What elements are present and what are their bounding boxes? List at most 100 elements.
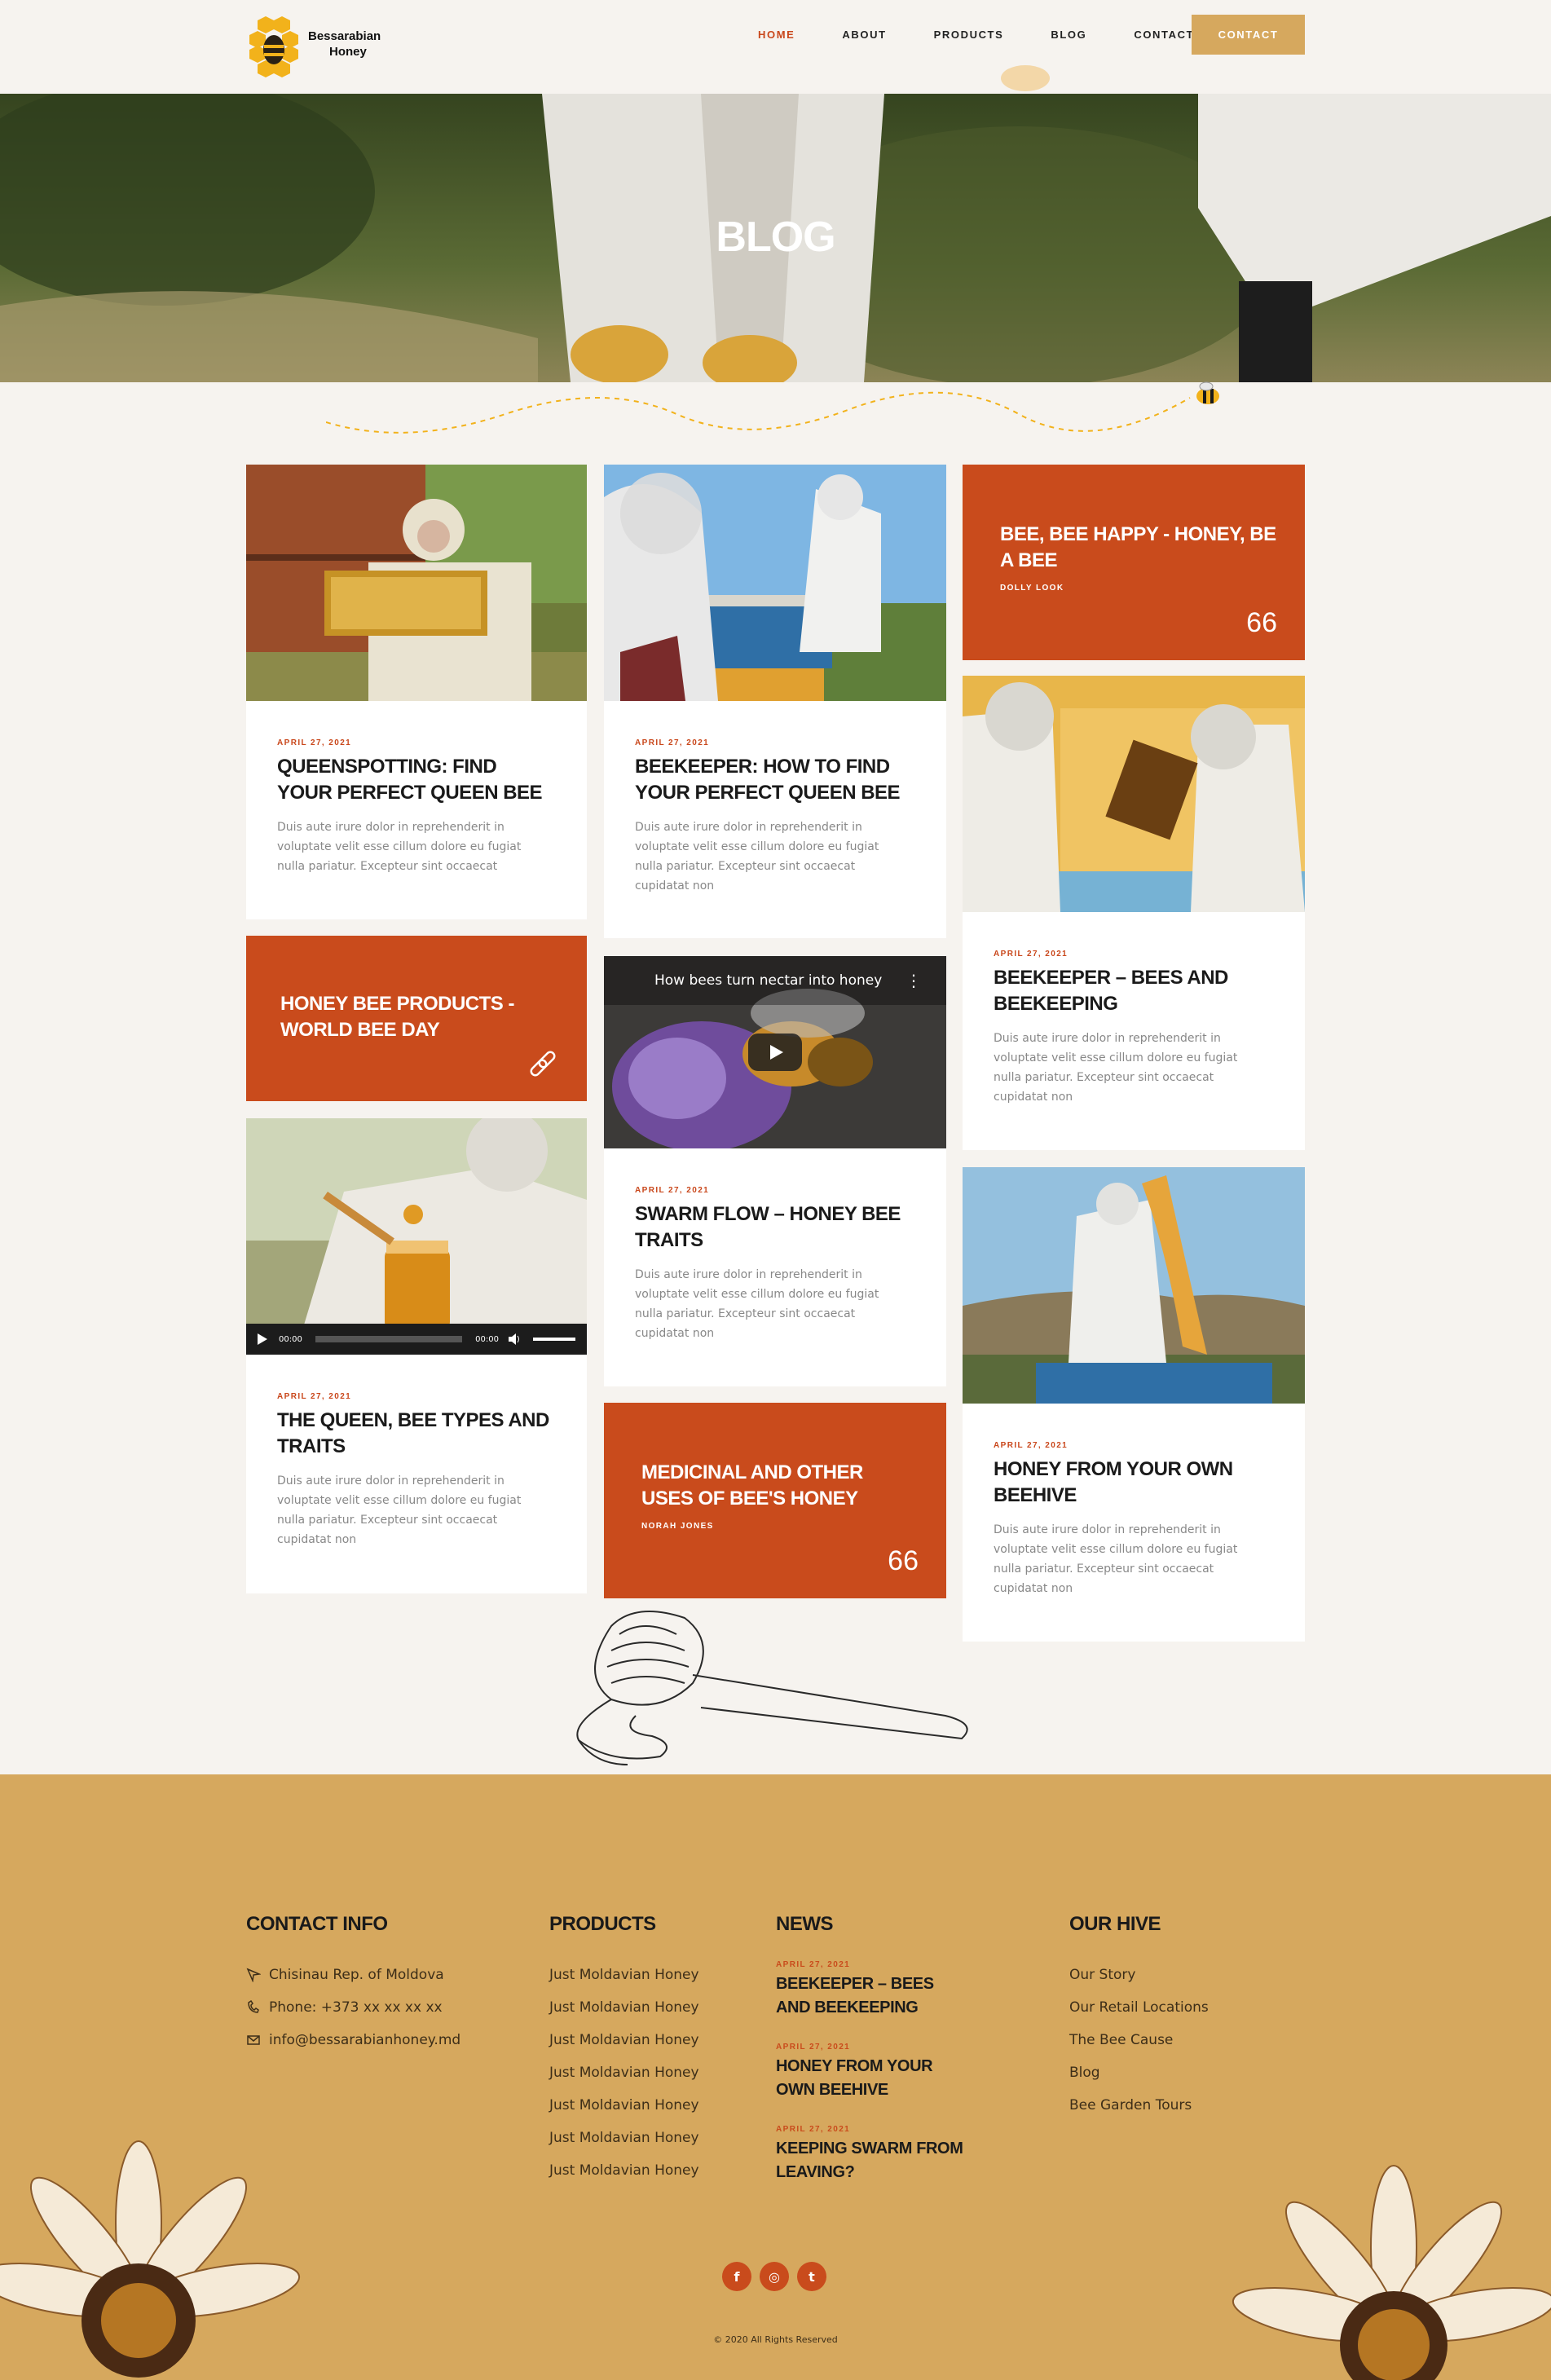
blog-card[interactable]: 00:00 00:00 APRIL 27, 2021 THE QUEEN, BE… — [246, 1118, 587, 1593]
post-thumbnail[interactable] — [963, 676, 1305, 912]
footer-hive-link[interactable]: Bee Garden Tours — [1069, 2089, 1209, 2122]
post-thumbnail[interactable] — [963, 1167, 1305, 1404]
phone-icon — [248, 2000, 259, 2013]
facebook-icon[interactable]: f — [722, 2262, 751, 2291]
post-date: APRIL 27, 2021 — [994, 1441, 1069, 1450]
footer-product-link[interactable]: Just Moldavian Honey — [549, 2089, 699, 2122]
quote-title[interactable]: BEE, BEE HAPPY - HONEY, BE A BEE — [1000, 522, 1277, 574]
quote-title[interactable]: MEDICINAL AND OTHER USES OF BEE'S HONEY — [641, 1460, 919, 1512]
footer-product-link[interactable]: Just Moldavian Honey — [549, 2122, 699, 2154]
footer-heading: NEWS — [776, 1913, 834, 1935]
news-date: APRIL 27, 2021 — [776, 2125, 851, 2134]
contact-address: Chisinau Rep. of Moldova — [246, 1959, 460, 1991]
site-footer: CONTACT INFO Chisinau Rep. of Moldova Ph… — [0, 1774, 1551, 2380]
footer-product-link[interactable]: Just Moldavian Honey — [549, 2056, 699, 2089]
footer-product-link[interactable]: Just Moldavian Honey — [549, 2154, 699, 2187]
post-title[interactable]: SWARM FLOW – HONEY BEE TRAITS — [635, 1201, 915, 1254]
bee-icon — [1196, 381, 1219, 404]
post-excerpt: Duis aute irure dolor in reprehenderit i… — [994, 1032, 1238, 1104]
post-title[interactable]: THE QUEEN, BEE TYPES AND TRAITS — [277, 1408, 556, 1460]
footer-heading: PRODUCTS — [549, 1913, 656, 1935]
video-title[interactable]: How bees turn nectar into honey — [654, 972, 882, 989]
footer-heading: CONTACT INFO — [246, 1913, 388, 1935]
volume-icon[interactable] — [509, 1333, 522, 1345]
quote-card[interactable]: MEDICINAL AND OTHER USES OF BEE'S HONEY … — [604, 1403, 946, 1598]
beekeepers-frame-inspection-photo — [963, 676, 1305, 912]
quote-author: DOLLY LOOK — [1000, 584, 1064, 593]
post-excerpt: Duis aute irure dolor in reprehenderit i… — [635, 821, 879, 892]
post-date: APRIL 27, 2021 — [994, 950, 1069, 959]
post-excerpt: Duis aute irure dolor in reprehenderit i… — [277, 1474, 522, 1546]
footer-hive-link[interactable]: The Bee Cause — [1069, 2024, 1209, 2056]
footer-product-link[interactable]: Just Moldavian Honey — [549, 2024, 699, 2056]
copyright: © 2020 All Rights Reserved — [713, 2334, 838, 2345]
news-title[interactable]: KEEPING SWARM FROM LEAVING? — [776, 2137, 963, 2184]
post-title[interactable]: BEEKEEPER – BEES AND BEEKEEPING — [994, 965, 1274, 1017]
quote-icon: 66 — [888, 1545, 919, 1576]
footer-hive-link[interactable]: Blog — [1069, 2056, 1209, 2089]
hero-banner: BLOG — [0, 94, 1551, 382]
quote-card[interactable]: BEE, BEE HAPPY - HONEY, BE A BEE DOLLY L… — [963, 465, 1305, 660]
blog-card[interactable]: APRIL 27, 2021 BEEKEEPER – BEES AND BEEK… — [963, 676, 1305, 1150]
news-date: APRIL 27, 2021 — [776, 2043, 851, 2052]
post-title[interactable]: HONEY FROM YOUR OWN BEEHIVE — [994, 1457, 1274, 1509]
contact-email[interactable]: info@bessarabianhoney.md — [246, 2024, 460, 2056]
email-icon — [247, 2035, 260, 2045]
footer-products-column: PRODUCTS Just Moldavian Honey Just Molda… — [549, 1913, 699, 2187]
post-thumbnail[interactable] — [604, 465, 946, 701]
address-text: Chisinau Rep. of Moldova — [269, 1967, 444, 1983]
audio-play-icon[interactable] — [258, 1333, 267, 1345]
blog-card[interactable]: APRIL 27, 2021 BEEKEEPER: HOW TO FIND YO… — [604, 465, 946, 938]
footer-contact-column: CONTACT INFO Chisinau Rep. of Moldova Ph… — [246, 1913, 460, 2056]
bee-logo-icon — [249, 16, 298, 77]
nav-blog[interactable]: BLOG — [1051, 29, 1086, 41]
news-title[interactable]: HONEY FROM YOUR OWN BEEHIVE — [776, 2055, 963, 2102]
post-title[interactable]: BEEKEEPER: HOW TO FIND YOUR PERFECT QUEE… — [635, 754, 915, 806]
honey-dipper-illustration — [576, 1611, 968, 1765]
beekeeper-frame-photo — [246, 465, 587, 701]
link-icon — [530, 1051, 556, 1077]
post-excerpt: Duis aute irure dolor in reprehenderit i… — [277, 821, 522, 873]
post-date: APRIL 27, 2021 — [277, 738, 352, 747]
footer-hive-link[interactable]: Our Retail Locations — [1069, 1991, 1209, 2024]
beekeeper-honeycomb-photo — [963, 1167, 1305, 1404]
nav-about[interactable]: ABOUT — [842, 29, 886, 41]
contact-phone[interactable]: Phone: +373 xx xx xx xx — [246, 1991, 460, 2024]
post-title[interactable]: QUEENSPOTTING: FIND YOUR PERFECT QUEEN B… — [277, 754, 556, 806]
more-options-icon[interactable]: ⋮ — [905, 971, 922, 990]
nav-products[interactable]: PRODUCTS — [934, 29, 1004, 41]
social-links: f ◎ t — [722, 2262, 835, 2291]
site-header: Bessarabian Honey HOME ABOUT PRODUCTS BL… — [0, 0, 1551, 94]
post-date: APRIL 27, 2021 — [277, 1392, 352, 1401]
link-card[interactable]: HONEY BEE PRODUCTS - WORLD BEE DAY — [246, 936, 587, 1101]
contact-button[interactable]: CONTACT — [1192, 15, 1305, 55]
email-text[interactable]: info@bessarabianhoney.md — [269, 2024, 460, 2056]
twitter-icon[interactable]: t — [797, 2262, 826, 2291]
bee-flight-divider — [326, 381, 1219, 434]
volume-slider[interactable] — [533, 1338, 575, 1341]
video-embed[interactable]: How bees turn nectar into honey ⋮ — [604, 956, 946, 1148]
logo[interactable]: Bessarabian Honey — [246, 14, 393, 84]
nav-home[interactable]: HOME — [758, 29, 795, 41]
footer-hive-column: OUR HIVE Our Story Our Retail Locations … — [1069, 1913, 1209, 2122]
blog-card[interactable]: APRIL 27, 2021 QUEENSPOTTING: FIND YOUR … — [246, 465, 587, 919]
audio-current-time: 00:00 — [279, 1334, 302, 1344]
post-thumbnail[interactable] — [246, 465, 587, 701]
logo-line-1: Bessarabian — [308, 29, 381, 43]
footer-product-link[interactable]: Just Moldavian Honey — [549, 1959, 699, 1991]
footer-product-link[interactable]: Just Moldavian Honey — [549, 1991, 699, 2024]
play-button[interactable] — [748, 1034, 802, 1071]
footer-hive-link[interactable]: Our Story — [1069, 1959, 1209, 1991]
nav-contact[interactable]: CONTACT — [1134, 29, 1194, 41]
audio-player: 00:00 00:00 — [246, 1324, 587, 1355]
audio-progress-bar[interactable] — [315, 1336, 463, 1342]
link-title[interactable]: HONEY BEE PRODUCTS - WORLD BEE DAY — [280, 991, 549, 1043]
instagram-icon[interactable]: ◎ — [760, 2262, 789, 2291]
main-nav: HOME ABOUT PRODUCTS BLOG CONTACT — [758, 0, 1241, 68]
post-excerpt: Duis aute irure dolor in reprehenderit i… — [635, 1268, 879, 1340]
news-title[interactable]: BEEKEEPER – BEES AND BEEKEEPING — [776, 1972, 963, 2020]
honey-jar-photo — [246, 1118, 587, 1355]
blog-card[interactable]: APRIL 27, 2021 HONEY FROM YOUR OWN BEEHI… — [963, 1167, 1305, 1642]
phone-text[interactable]: Phone: +373 xx xx xx xx — [269, 1991, 443, 2024]
blog-card[interactable]: How bees turn nectar into honey ⋮ APRIL … — [604, 956, 946, 1386]
